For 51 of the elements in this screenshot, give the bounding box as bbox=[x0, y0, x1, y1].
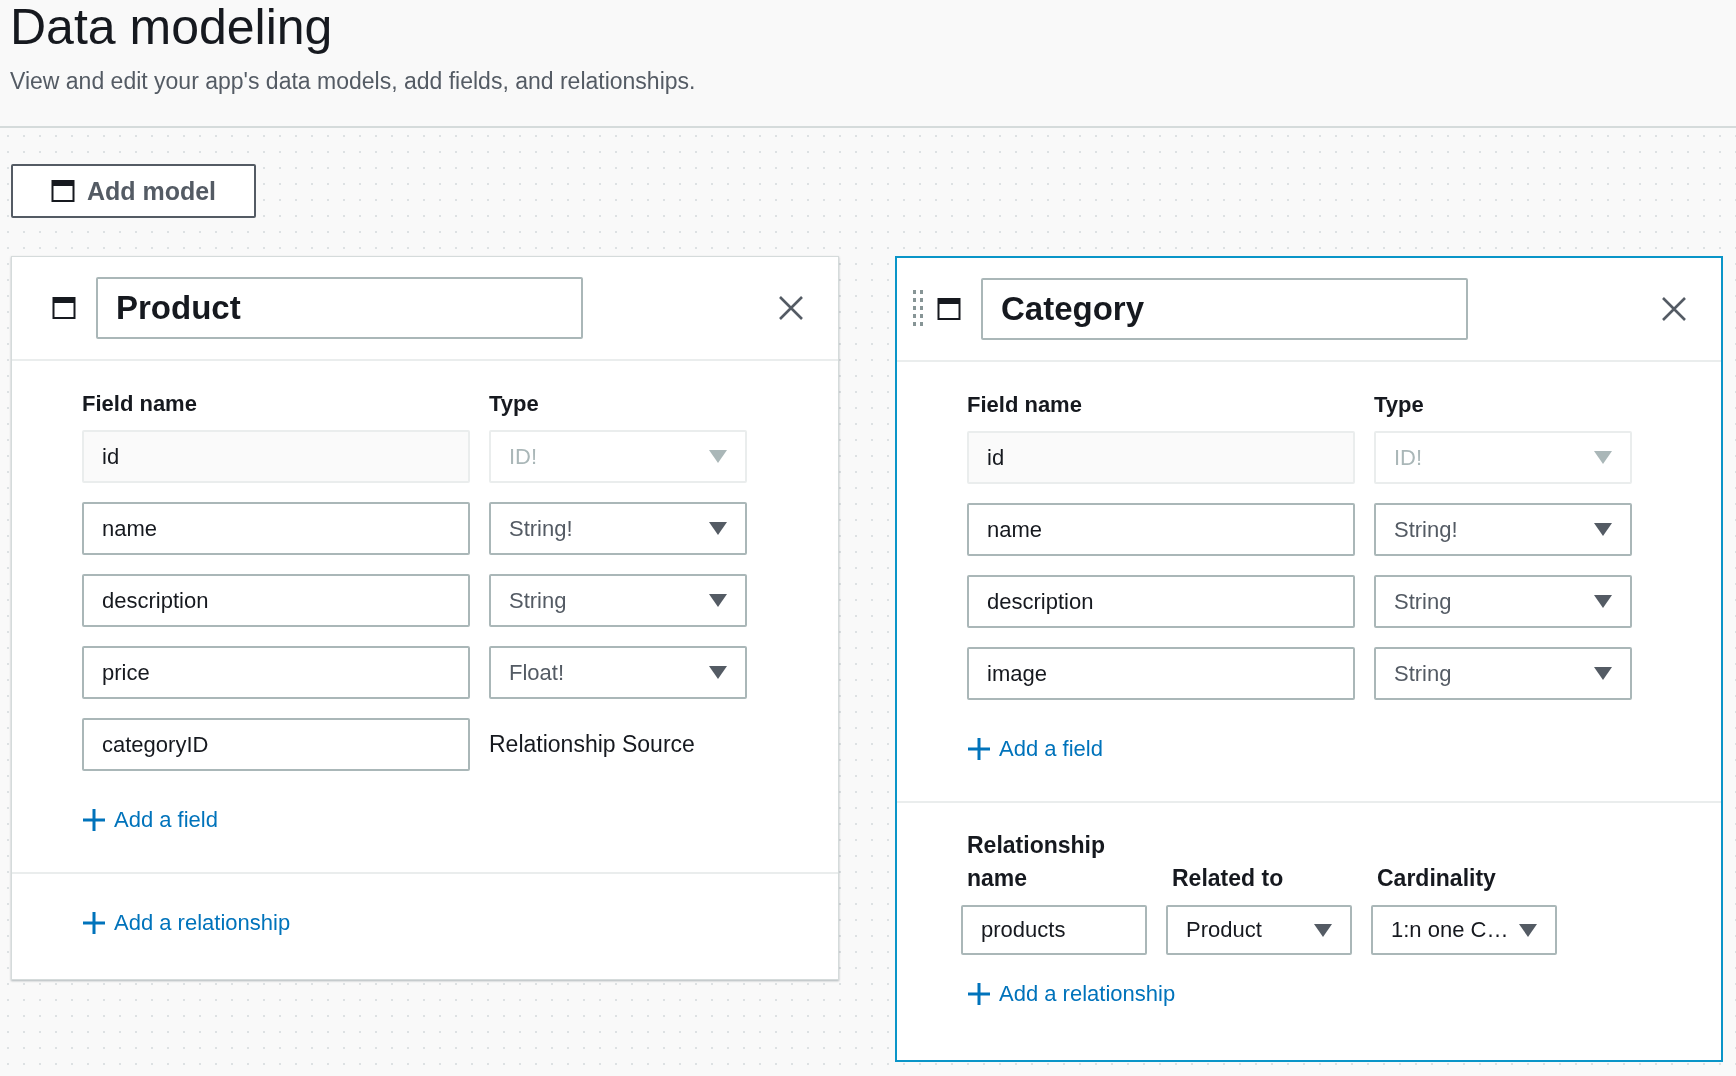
type-dropdown[interactable]: String! bbox=[489, 502, 747, 555]
window-icon bbox=[937, 297, 961, 321]
relationship-name-input[interactable]: products bbox=[961, 905, 1147, 955]
model-name-input[interactable]: Product bbox=[96, 277, 583, 339]
caret-icon bbox=[709, 666, 727, 679]
field-name-input[interactable]: description bbox=[967, 575, 1355, 628]
model-name-input[interactable]: Category bbox=[981, 278, 1468, 340]
caret-icon bbox=[709, 522, 727, 535]
caret-icon bbox=[1519, 923, 1537, 937]
field-name-input[interactable]: name bbox=[967, 503, 1355, 556]
column-header: Relationship name bbox=[966, 831, 1106, 893]
column-header: Cardinality bbox=[1376, 864, 1497, 893]
window-icon bbox=[50, 179, 75, 203]
column-header: Related to bbox=[1171, 864, 1285, 893]
plus-icon bbox=[82, 808, 106, 832]
related-model-dropdown[interactable]: Product bbox=[1166, 905, 1352, 955]
caret-icon bbox=[1594, 667, 1612, 680]
type-label: Relationship Source bbox=[489, 731, 696, 758]
field-name-input[interactable]: description bbox=[82, 574, 470, 627]
add-relationship-link[interactable]: Add a relationship bbox=[82, 910, 291, 936]
add-field-link[interactable]: Add a field bbox=[82, 807, 218, 833]
add-model-button[interactable]: Add model bbox=[11, 164, 256, 218]
add-relationship-link[interactable]: Add a relationship bbox=[967, 981, 1176, 1007]
caret-icon bbox=[1594, 595, 1612, 608]
column-header: Type bbox=[489, 391, 540, 417]
field-name-input[interactable]: image bbox=[967, 647, 1355, 700]
drag-handle-icon[interactable] bbox=[913, 289, 923, 329]
column-header: Field name bbox=[82, 391, 198, 417]
caret-icon bbox=[1594, 523, 1612, 536]
plus-icon bbox=[967, 982, 991, 1006]
type-dropdown[interactable]: String! bbox=[1374, 503, 1632, 556]
cardinality-dropdown[interactable]: 1:n one C… bbox=[1371, 905, 1557, 955]
column-header: Type bbox=[1374, 392, 1425, 418]
caret-icon bbox=[709, 594, 727, 607]
plus-icon bbox=[967, 737, 991, 761]
caret-icon bbox=[1594, 451, 1612, 464]
field-name-input[interactable]: categoryID bbox=[82, 718, 470, 771]
field-name-input[interactable]: price bbox=[82, 646, 470, 699]
window-icon bbox=[52, 296, 76, 320]
type-dropdown[interactable]: String bbox=[1374, 647, 1632, 700]
type-dropdown[interactable]: String bbox=[1374, 575, 1632, 628]
page-title: Data modeling bbox=[10, 0, 334, 54]
caret-icon bbox=[1314, 923, 1332, 937]
page-subtitle: View and edit your app's data models, add fields, and relationships. bbox=[10, 68, 697, 95]
type-dropdown[interactable]: String bbox=[489, 574, 747, 627]
caret-icon bbox=[709, 450, 727, 463]
type-dropdown[interactable]: Float! bbox=[489, 646, 747, 699]
plus-icon bbox=[82, 911, 106, 935]
add-field-link[interactable]: Add a field bbox=[967, 736, 1103, 762]
field-name-input[interactable]: name bbox=[82, 502, 470, 555]
column-header: Field name bbox=[967, 392, 1083, 418]
